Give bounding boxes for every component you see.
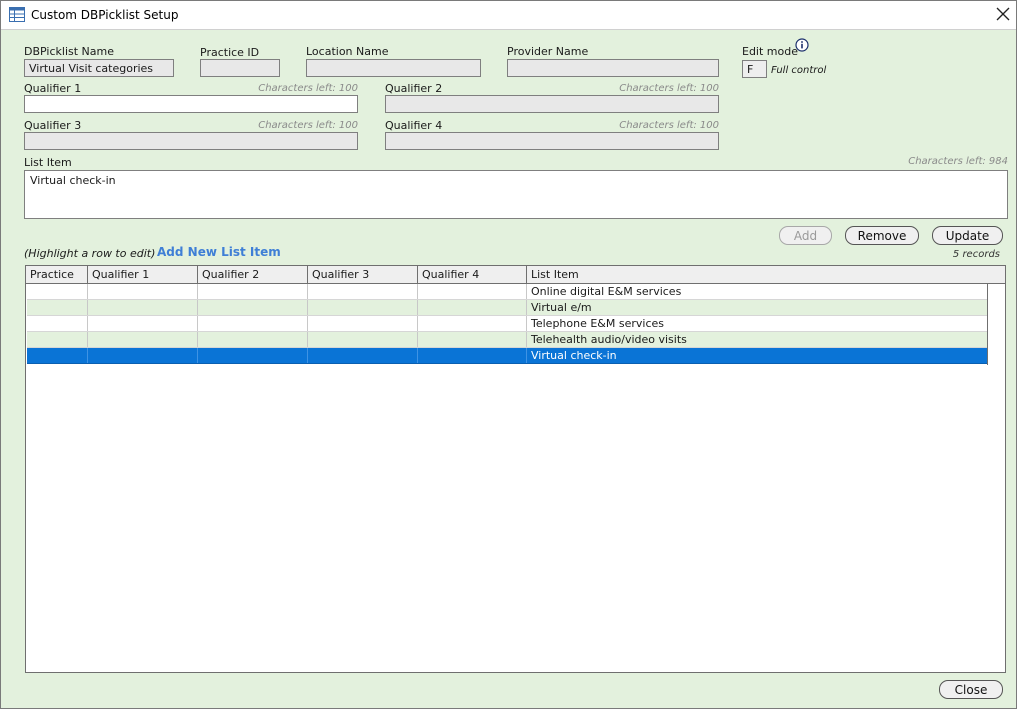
location-name-label: Location Name xyxy=(306,45,389,58)
column-header-qualifier-1[interactable]: Qualifier 1 xyxy=(88,266,198,283)
cell-list-item: Virtual e/m xyxy=(531,301,592,314)
cell-qualifier-3 xyxy=(308,332,418,347)
provider-name-label: Provider Name xyxy=(507,45,589,58)
close-icon[interactable] xyxy=(994,5,1012,23)
remove-button[interactable]: Remove xyxy=(845,226,919,245)
close-button[interactable]: Close xyxy=(939,680,1003,699)
grid-header: Practice Qualifier 1 Qualifier 2 Qualifi… xyxy=(26,266,1005,284)
cell-qualifier-2 xyxy=(198,348,308,363)
dbpicklist-name-label: DBPicklist Name xyxy=(24,45,114,58)
cell-qualifier-1 xyxy=(88,316,198,331)
cell-qualifier-4 xyxy=(418,300,527,315)
qualifier-2-chars-left: Characters left: 100 xyxy=(619,83,719,94)
list-item-label: List Item xyxy=(24,156,72,169)
cell-qualifier-3 xyxy=(308,348,418,363)
window-title: Custom DBPicklist Setup xyxy=(31,8,179,22)
cell-qualifier-3 xyxy=(308,300,418,315)
provider-name-field[interactable] xyxy=(507,59,719,77)
table-row[interactable]: Telehealth audio/video visits xyxy=(27,332,987,348)
practice-id-label: Practice ID xyxy=(200,46,260,59)
cell-qualifier-2 xyxy=(198,284,308,299)
column-header-list-item[interactable]: List Item xyxy=(527,266,1005,283)
qualifier-3-chars-left: Characters left: 100 xyxy=(258,120,358,131)
cell-qualifier-1 xyxy=(88,348,198,363)
cell-qualifier-1 xyxy=(88,300,198,315)
cell-list-item: Telephone E&M services xyxy=(531,317,665,330)
info-icon[interactable] xyxy=(795,38,809,52)
dialog-window: Custom DBPicklist Setup DBPicklist Name … xyxy=(0,0,1017,709)
cell-qualifier-1 xyxy=(88,284,198,299)
cell-qualifier-4 xyxy=(418,348,527,363)
update-button[interactable]: Update xyxy=(932,226,1003,245)
location-name-field[interactable] xyxy=(306,59,481,77)
highlight-row-hint: (Highlight a row to edit) xyxy=(24,247,156,260)
table-row[interactable]: Virtual e/m xyxy=(27,300,987,316)
cell-practice xyxy=(27,348,88,363)
table-row[interactable]: Online digital E&M services xyxy=(27,284,987,300)
cell-qualifier-4 xyxy=(418,332,527,347)
qualifier-3-label: Qualifier 3 xyxy=(24,119,82,132)
table-icon xyxy=(9,7,25,22)
column-header-qualifier-3[interactable]: Qualifier 3 xyxy=(308,266,418,283)
record-count: 5 records xyxy=(952,249,1000,260)
qualifier-4-label: Qualifier 4 xyxy=(385,119,443,132)
cell-list-item: Telehealth audio/video visits xyxy=(531,333,687,346)
qualifier-1-label: Qualifier 1 xyxy=(24,82,82,95)
cell-practice xyxy=(27,332,88,347)
dbpicklist-name-field[interactable] xyxy=(24,59,174,77)
add-button[interactable]: Add xyxy=(779,226,832,245)
cell-qualifier-3 xyxy=(308,284,418,299)
cell-qualifier-4 xyxy=(418,284,527,299)
cell-list-item: Virtual check-in xyxy=(531,349,617,362)
cell-qualifier-4 xyxy=(418,316,527,331)
table-row[interactable]: Telephone E&M services xyxy=(27,316,987,332)
cell-qualifier-2 xyxy=(198,300,308,315)
cell-practice xyxy=(27,284,88,299)
list-item-textarea[interactable]: Virtual check-in xyxy=(24,170,1008,219)
column-header-qualifier-4[interactable]: Qualifier 4 xyxy=(418,266,527,283)
qualifier-3-field[interactable] xyxy=(24,132,358,150)
qualifier-1-field[interactable] xyxy=(24,95,358,113)
edit-mode-label: Edit mode xyxy=(742,45,798,58)
qualifier-2-label: Qualifier 2 xyxy=(385,82,443,95)
list-item-chars-left: Characters left: 984 xyxy=(908,156,1008,167)
cell-list-item: Online digital E&M services xyxy=(531,285,682,298)
list-items-grid: Practice Qualifier 1 Qualifier 2 Qualifi… xyxy=(25,265,1006,673)
qualifier-1-chars-left: Characters left: 100 xyxy=(258,83,358,94)
column-header-practice[interactable]: Practice xyxy=(26,266,88,283)
column-header-qualifier-2[interactable]: Qualifier 2 xyxy=(198,266,308,283)
cell-practice xyxy=(27,300,88,315)
edit-mode-description: Full control xyxy=(771,65,827,76)
qualifier-4-chars-left: Characters left: 100 xyxy=(619,120,719,131)
qualifier-4-field[interactable] xyxy=(385,132,719,150)
cell-qualifier-1 xyxy=(88,332,198,347)
cell-qualifier-2 xyxy=(198,332,308,347)
practice-id-field[interactable] xyxy=(200,59,280,77)
grid-rows-edge xyxy=(987,284,988,365)
cell-qualifier-3 xyxy=(308,316,418,331)
title-bar: Custom DBPicklist Setup xyxy=(1,1,1016,30)
edit-mode-field[interactable] xyxy=(742,60,767,78)
table-row-selected[interactable]: Virtual check-in xyxy=(27,348,987,364)
cell-practice xyxy=(27,316,88,331)
cell-qualifier-2 xyxy=(198,316,308,331)
add-new-list-item-link[interactable]: Add New List Item xyxy=(157,245,281,259)
qualifier-2-field[interactable] xyxy=(385,95,719,113)
